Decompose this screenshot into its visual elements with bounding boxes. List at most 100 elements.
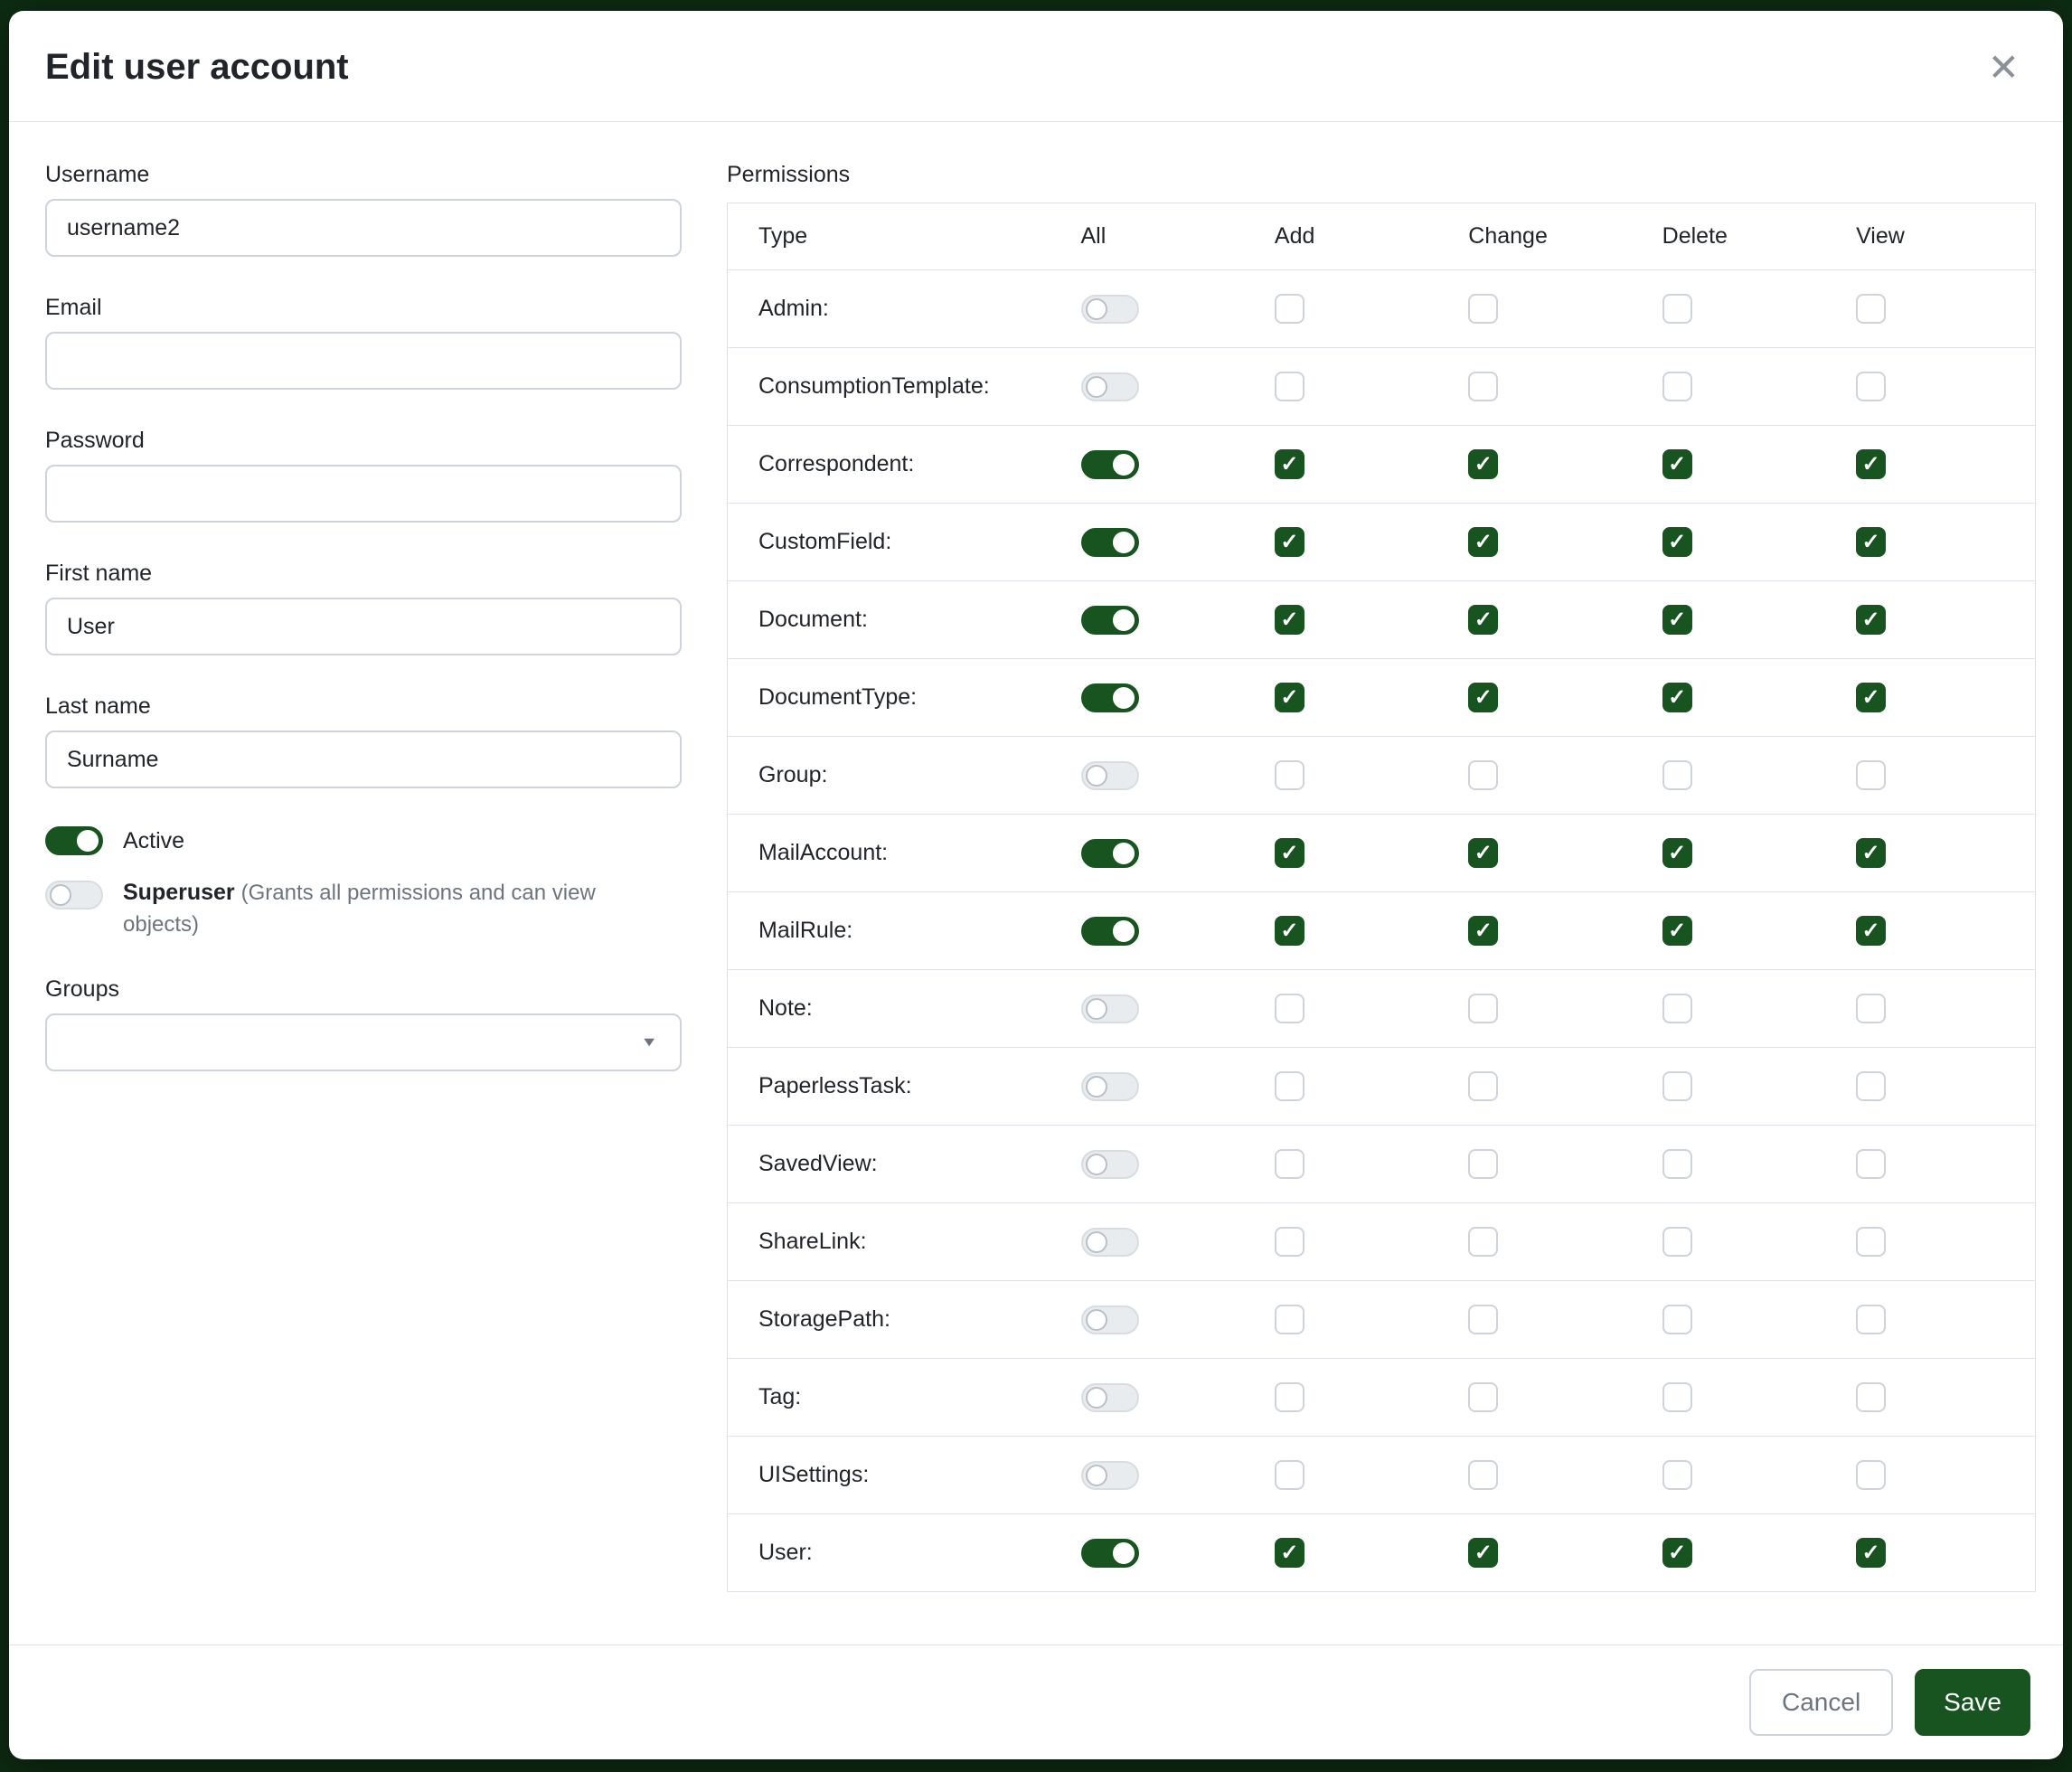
permission-all-toggle[interactable] — [1081, 1072, 1139, 1101]
permission-change-checkbox[interactable] — [1468, 372, 1498, 401]
permission-view-checkbox[interactable] — [1856, 1305, 1886, 1334]
permission-all-toggle[interactable] — [1081, 1150, 1139, 1179]
permission-view-checkbox[interactable] — [1856, 1149, 1886, 1179]
last-name-input[interactable] — [45, 730, 682, 788]
permission-view-checkbox[interactable] — [1856, 294, 1886, 324]
permission-add-checkbox[interactable] — [1275, 1305, 1304, 1334]
permission-change-checkbox[interactable]: ✓ — [1468, 605, 1498, 635]
permission-all-toggle[interactable] — [1081, 1539, 1139, 1568]
permission-change-checkbox[interactable]: ✓ — [1468, 916, 1498, 946]
permission-delete-checkbox[interactable]: ✓ — [1662, 527, 1692, 557]
permission-add-checkbox[interactable] — [1275, 372, 1304, 401]
permission-view-checkbox[interactable] — [1856, 1460, 1886, 1490]
permission-all-toggle[interactable] — [1081, 372, 1139, 401]
permission-view-checkbox[interactable] — [1856, 1227, 1886, 1257]
permission-view-checkbox[interactable]: ✓ — [1856, 605, 1886, 635]
permission-add-checkbox[interactable]: ✓ — [1275, 449, 1304, 479]
permission-add-checkbox[interactable]: ✓ — [1275, 605, 1304, 635]
permission-delete-checkbox[interactable]: ✓ — [1662, 683, 1692, 712]
permission-add-checkbox[interactable] — [1275, 1071, 1304, 1101]
password-input[interactable] — [45, 465, 682, 523]
permission-all-toggle[interactable] — [1081, 683, 1139, 712]
permission-change-checkbox[interactable] — [1468, 1305, 1498, 1334]
close-button[interactable]: ✕ — [1981, 45, 2027, 90]
permission-add-checkbox[interactable] — [1275, 1460, 1304, 1490]
permission-add-checkbox[interactable] — [1275, 994, 1304, 1023]
permission-change-checkbox[interactable]: ✓ — [1468, 449, 1498, 479]
permission-change-checkbox[interactable] — [1468, 1382, 1498, 1412]
permission-delete-checkbox[interactable]: ✓ — [1662, 1538, 1692, 1568]
first-name-input[interactable] — [45, 598, 682, 655]
permission-add-checkbox[interactable] — [1275, 294, 1304, 324]
permission-add-checkbox[interactable] — [1275, 1149, 1304, 1179]
save-button[interactable]: Save — [1915, 1669, 2030, 1736]
permission-delete-checkbox[interactable] — [1662, 1382, 1692, 1412]
groups-select[interactable]: ▼ — [45, 1013, 682, 1071]
permission-view-checkbox[interactable]: ✓ — [1856, 527, 1886, 557]
permission-all-toggle[interactable] — [1081, 839, 1139, 868]
username-input[interactable] — [45, 199, 682, 257]
permission-add-checkbox[interactable] — [1275, 1382, 1304, 1412]
permission-change-checkbox[interactable]: ✓ — [1468, 1538, 1498, 1568]
permission-delete-checkbox[interactable] — [1662, 760, 1692, 790]
permission-view-checkbox[interactable] — [1856, 1071, 1886, 1101]
permission-change-checkbox[interactable] — [1468, 294, 1498, 324]
permission-all-toggle[interactable] — [1081, 761, 1139, 790]
permission-add-checkbox[interactable]: ✓ — [1275, 916, 1304, 946]
permission-change-checkbox[interactable]: ✓ — [1468, 683, 1498, 712]
permission-all-toggle[interactable] — [1081, 295, 1139, 324]
permission-all-toggle[interactable] — [1081, 1383, 1139, 1412]
superuser-toggle[interactable] — [45, 881, 103, 910]
first-name-field-group: First name — [45, 561, 682, 655]
active-toggle[interactable] — [45, 826, 103, 855]
permission-view-checkbox[interactable]: ✓ — [1856, 916, 1886, 946]
permission-change-checkbox[interactable] — [1468, 1460, 1498, 1490]
permission-row: ConsumptionTemplate: — [728, 348, 2036, 426]
permission-delete-checkbox[interactable]: ✓ — [1662, 838, 1692, 868]
email-input[interactable] — [45, 332, 682, 390]
permission-view-checkbox[interactable]: ✓ — [1856, 683, 1886, 712]
cancel-button[interactable]: Cancel — [1749, 1669, 1893, 1736]
permission-all-toggle[interactable] — [1081, 994, 1139, 1023]
permission-delete-checkbox[interactable]: ✓ — [1662, 916, 1692, 946]
active-row: Active — [45, 826, 682, 855]
permission-view-checkbox[interactable] — [1856, 760, 1886, 790]
permission-delete-checkbox[interactable] — [1662, 1305, 1692, 1334]
permission-view-checkbox[interactable]: ✓ — [1856, 1538, 1886, 1568]
permission-all-toggle[interactable] — [1081, 1461, 1139, 1490]
permission-change-checkbox[interactable]: ✓ — [1468, 527, 1498, 557]
permission-all-toggle[interactable] — [1081, 450, 1139, 479]
permission-change-checkbox[interactable] — [1468, 760, 1498, 790]
permission-delete-checkbox[interactable] — [1662, 994, 1692, 1023]
permission-change-checkbox[interactable] — [1468, 1227, 1498, 1257]
permission-delete-checkbox[interactable] — [1662, 372, 1692, 401]
permission-add-checkbox[interactable] — [1275, 1227, 1304, 1257]
permission-view-checkbox[interactable] — [1856, 1382, 1886, 1412]
permission-change-checkbox[interactable]: ✓ — [1468, 838, 1498, 868]
permission-change-checkbox[interactable] — [1468, 1149, 1498, 1179]
permission-change-checkbox[interactable] — [1468, 1071, 1498, 1101]
permission-delete-checkbox[interactable]: ✓ — [1662, 605, 1692, 635]
permission-delete-checkbox[interactable] — [1662, 1149, 1692, 1179]
permission-add-checkbox[interactable]: ✓ — [1275, 527, 1304, 557]
permission-all-toggle[interactable] — [1081, 606, 1139, 635]
permission-all-toggle[interactable] — [1081, 1305, 1139, 1334]
permission-all-toggle[interactable] — [1081, 1228, 1139, 1257]
permission-delete-checkbox[interactable] — [1662, 1227, 1692, 1257]
permission-view-checkbox[interactable]: ✓ — [1856, 449, 1886, 479]
permission-change-checkbox[interactable] — [1468, 994, 1498, 1023]
permission-all-toggle[interactable] — [1081, 528, 1139, 557]
permission-view-checkbox[interactable] — [1856, 994, 1886, 1023]
permission-view-checkbox[interactable]: ✓ — [1856, 838, 1886, 868]
permission-add-checkbox[interactable]: ✓ — [1275, 683, 1304, 712]
permission-add-checkbox[interactable] — [1275, 760, 1304, 790]
permission-all-toggle[interactable] — [1081, 917, 1139, 946]
permission-row: Tag: — [728, 1359, 2036, 1437]
permission-add-checkbox[interactable]: ✓ — [1275, 838, 1304, 868]
permission-delete-checkbox[interactable] — [1662, 294, 1692, 324]
permission-delete-checkbox[interactable] — [1662, 1071, 1692, 1101]
permission-view-checkbox[interactable] — [1856, 372, 1886, 401]
permission-delete-checkbox[interactable] — [1662, 1460, 1692, 1490]
permission-add-checkbox[interactable]: ✓ — [1275, 1538, 1304, 1568]
permission-delete-checkbox[interactable]: ✓ — [1662, 449, 1692, 479]
